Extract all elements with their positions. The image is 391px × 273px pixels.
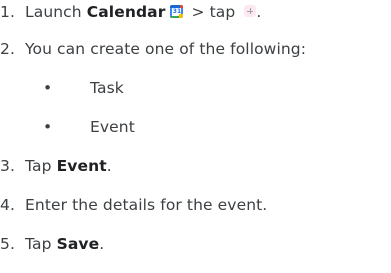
step-text: . xyxy=(99,235,105,253)
step-number: 2. xyxy=(0,40,15,58)
bullet-text: Task xyxy=(90,79,124,97)
step-text: > tap xyxy=(186,3,241,21)
step-text: Tap xyxy=(25,235,57,253)
step-3: 3. Tap Event. xyxy=(0,154,112,178)
step-5: 5. Tap Save. xyxy=(0,232,104,256)
plus-icon xyxy=(244,5,257,17)
step-number: 5. xyxy=(0,235,15,253)
step-number: 1. xyxy=(0,3,15,21)
calendar-app-icon: 31 xyxy=(170,5,184,18)
step-text: . xyxy=(106,157,112,175)
step-1: 1. Launch Calendar 31 > tap . xyxy=(0,0,261,24)
step-text: Enter the details for the event. xyxy=(25,196,268,214)
step-number: 4. xyxy=(0,196,15,214)
app-name: Calendar xyxy=(86,3,166,21)
step-4: 4. Enter the details for the event. xyxy=(0,193,267,217)
step-number: 3. xyxy=(0,157,15,175)
step-text: . xyxy=(256,3,262,21)
bullet-item-task: • Task xyxy=(40,76,124,100)
step-text: Launch xyxy=(25,3,87,21)
step-text: You can create one of the following: xyxy=(25,40,307,58)
step-2: 2. You can create one of the following: xyxy=(0,37,306,61)
step-bold-text: Event xyxy=(56,157,107,175)
bullet-item-event: • Event xyxy=(40,115,135,139)
bullet-symbol: • xyxy=(43,79,53,97)
bullet-text: Event xyxy=(90,118,135,136)
step-text: Tap xyxy=(25,157,57,175)
step-bold-text: Save xyxy=(56,235,100,253)
bullet-symbol: • xyxy=(43,118,53,136)
